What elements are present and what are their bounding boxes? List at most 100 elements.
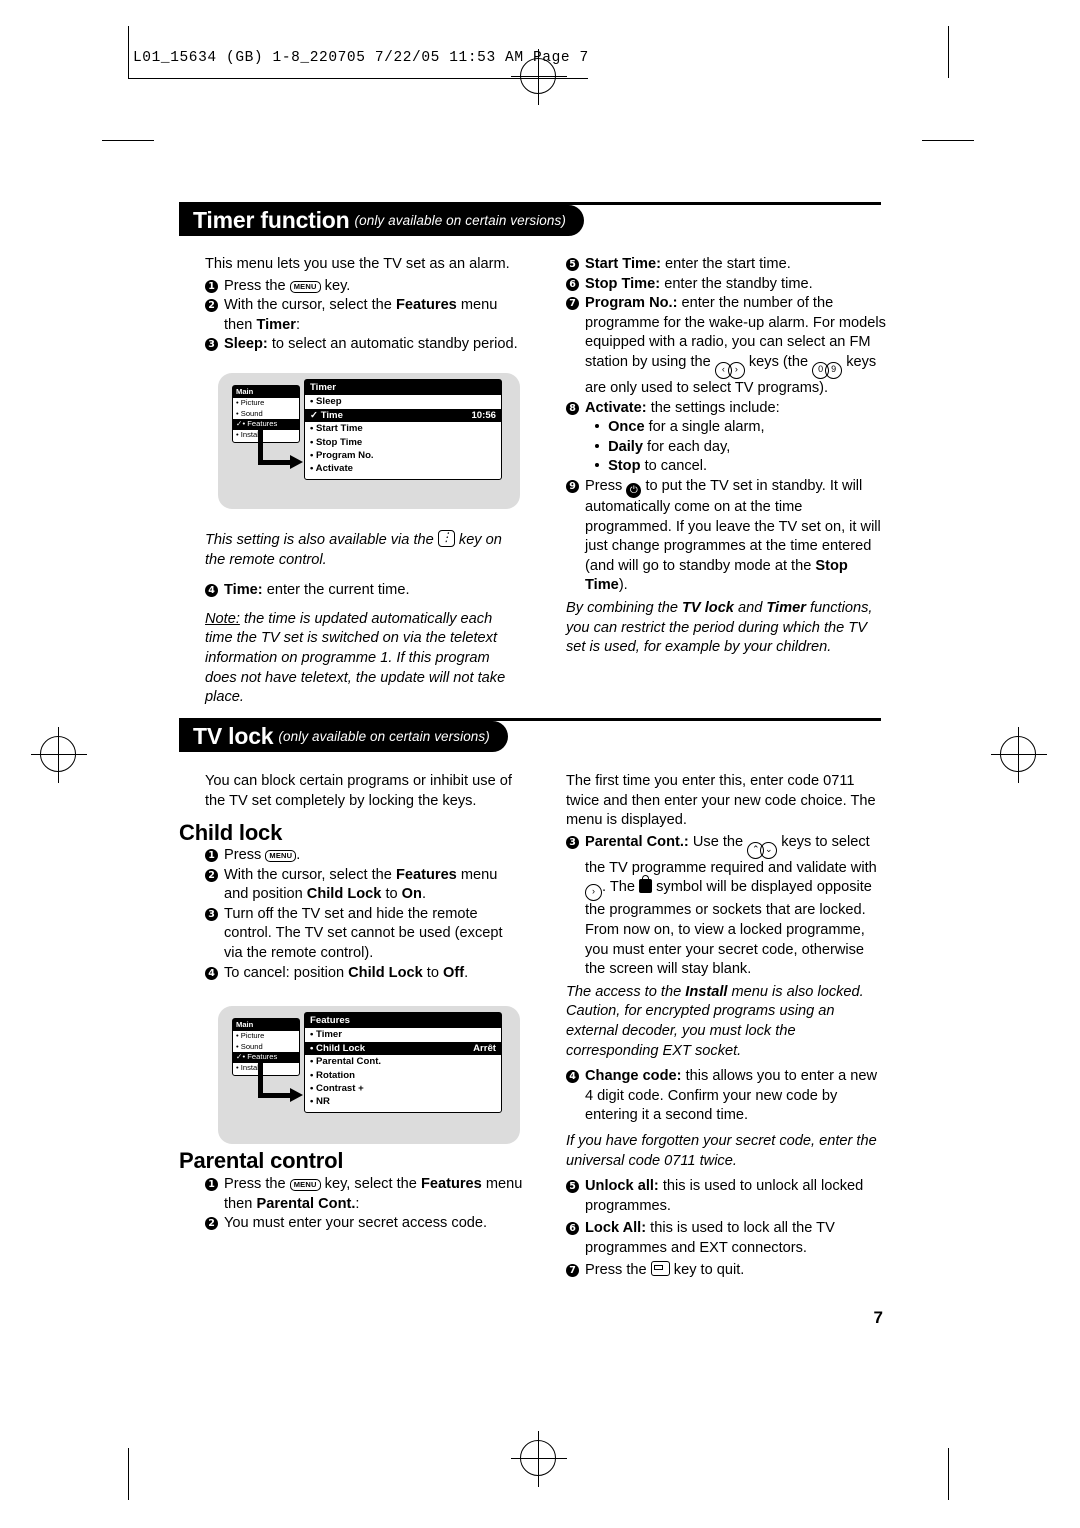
step-number: 1 xyxy=(205,1178,218,1191)
osd-row-label: • Start Time xyxy=(310,423,363,435)
osd-navigation-arrow-icon xyxy=(258,429,304,471)
timer-remote-note: This setting is also available via the k… xyxy=(205,528,523,570)
menu-key-icon: MENU xyxy=(265,850,297,862)
osd-row-label: • Stop Time xyxy=(310,436,363,448)
step-text: enter the start time. xyxy=(665,256,791,272)
parental-step-2: 2 You must enter your secret access code… xyxy=(205,1214,523,1234)
tvlock-step-6: 6 Lock All: this is used to lock all the… xyxy=(566,1219,888,1258)
step-text-e: . xyxy=(464,964,469,981)
section-subtitle: (only available on certain versions) xyxy=(354,213,566,228)
step-text-pre: Press xyxy=(224,847,262,863)
note-text-a: By combining the xyxy=(566,599,678,616)
step-number: 1 xyxy=(205,279,218,293)
smart-key-icon xyxy=(437,528,455,548)
step-text-c: to xyxy=(426,964,439,981)
step-text: enter the current time. xyxy=(266,582,410,599)
osd-features-row-parental-cont: • Parental Cont. xyxy=(305,1055,501,1068)
step-label: Lock All: xyxy=(585,1220,647,1237)
step-text: to select an automatic standby period. xyxy=(271,336,518,353)
parental-step-1: 1 Press the MENU key, select the Feature… xyxy=(205,1175,523,1214)
osd-features-header: Features xyxy=(305,1013,501,1029)
osd-main-row-picture: • Picture xyxy=(236,1031,265,1041)
step-text-2: keys (the xyxy=(748,353,809,370)
step-text: You must enter your secret access code. xyxy=(224,1215,488,1232)
step-text-a: With the cursor, select the xyxy=(224,866,392,883)
osd-main-header: Main xyxy=(233,1019,299,1032)
option-text: for a single alarm, xyxy=(648,419,765,436)
timer-step-2: 2 With the cursor, select the Features m… xyxy=(205,296,520,335)
parental-control-steps: 1 Press the MENU key, select the Feature… xyxy=(205,1175,523,1234)
note-text: the time is updated automatically each t… xyxy=(205,610,506,706)
child-lock-step-3: 3 Turn off the TV set and hide the remot… xyxy=(205,905,523,964)
osd-timer-row-stop-time: • Stop Time xyxy=(305,436,501,449)
step-number: 4 xyxy=(205,584,218,598)
step-number: 3 xyxy=(205,907,218,921)
timer-step-7: 7 Program No.: enter the number of the p… xyxy=(566,294,886,398)
osd-row-label: • Parental Cont. xyxy=(310,1056,382,1068)
osd-timer-header: Timer xyxy=(305,380,501,396)
step-text-b: Features xyxy=(395,297,457,314)
option-text: for each day, xyxy=(647,438,731,455)
step-number: 3 xyxy=(566,835,579,849)
step-text-e: Parental Cont. xyxy=(256,1195,356,1212)
tvlock-step-3: 3 Parental Cont.: Use the ⌃ ⌄ keys to sel… xyxy=(566,833,888,980)
crop-mark-top-right-h xyxy=(922,140,974,141)
step-text: the settings include: xyxy=(650,399,780,416)
tvlock-right-column: The first time you enter this, enter cod… xyxy=(566,772,888,1281)
step-number: 4 xyxy=(205,966,218,980)
step-label: Parental Cont.: xyxy=(585,833,689,850)
timer-activate-option-stop: Stop to cancel. xyxy=(585,457,886,477)
option-label: Stop xyxy=(608,458,641,475)
osd-check-mark: ✓ xyxy=(236,1052,243,1062)
step-text-b: Features xyxy=(395,866,457,883)
cursor-down-key-icon: ⌄ xyxy=(760,841,778,859)
osd-row-label: ✓ Time xyxy=(310,409,343,421)
registration-mark-right xyxy=(991,727,1047,783)
step-number: 6 xyxy=(566,277,579,291)
section-pill: TV lock (only available on certain versi… xyxy=(179,721,508,752)
timer-activate-option-once: Once for a single alarm, xyxy=(585,418,886,438)
subheading-parental-control: Parental control xyxy=(179,1148,344,1173)
osd-row-label: • Program No. xyxy=(310,450,374,462)
osd-timer-row-start-time: • Start Time xyxy=(305,422,501,435)
option-text: to cancel. xyxy=(644,458,708,475)
step-text-c: Features xyxy=(420,1176,482,1192)
step-text-g: . xyxy=(421,886,427,903)
crop-mark-bottom-right-v xyxy=(948,1448,949,1500)
timer-step-8: 8 Activate: the settings include: Once f… xyxy=(566,399,886,477)
option-label: Once xyxy=(608,419,645,436)
osd-main-row-sound: • Sound xyxy=(236,1041,263,1051)
osd-row-label: • Contrast + xyxy=(310,1083,364,1095)
timer-step-6: 6 Stop Time: enter the standby time. xyxy=(566,275,886,295)
step-label: Start Time: xyxy=(585,256,661,272)
step-text-b: key, select the xyxy=(324,1176,417,1192)
osd-features-row-nr: • NR xyxy=(305,1095,501,1108)
print-header-stamp: L01_15634 (GB) 1-8_220705 7/22/05 11:53 … xyxy=(133,50,589,66)
timer-teletext-note: Note: the time is updated automatically … xyxy=(205,610,523,708)
step-text-b: Child Lock xyxy=(348,964,423,981)
osd-row-label: • Features xyxy=(242,1052,278,1062)
osd-check-mark: ✓ xyxy=(236,419,243,429)
step-number: 7 xyxy=(566,1264,579,1278)
bullet-dot xyxy=(595,424,599,429)
note-label: Note: xyxy=(205,610,240,627)
step-text: enter the standby time. xyxy=(664,275,813,292)
osd-row-label: • Child Lock xyxy=(310,1042,366,1054)
osd-features-row-child-lock: • Child Lock Arrêt xyxy=(305,1041,501,1056)
timer-intro: This menu lets you use the TV set as an … xyxy=(205,256,510,272)
tvlock-step-5: 5 Unlock all: this is used to unlock all… xyxy=(566,1177,888,1216)
child-lock-step-4: 4 To cancel: position Child Lock to Off. xyxy=(205,964,523,984)
osd-timer-row-sleep: • Sleep xyxy=(305,395,501,408)
crop-mark-top-right-v xyxy=(948,26,949,78)
cursor-left-right-keys-icon: ‹ › xyxy=(714,356,745,379)
step-text-e: : xyxy=(295,316,301,333)
step-text-1: Use the xyxy=(692,833,744,850)
step-text-a: With the cursor, select the xyxy=(224,297,392,314)
step-text-3: . The xyxy=(602,879,635,896)
section-title: Timer function xyxy=(193,207,350,233)
osd-features-row-timer: • Timer xyxy=(305,1028,501,1041)
tvlock-step-4: 4 Change code: this allows you to enter … xyxy=(566,1067,888,1126)
crop-mark-top-left-h xyxy=(102,140,154,141)
section-header-timer-function: Timer function (only available on certai… xyxy=(179,202,881,236)
step-number: 4 xyxy=(566,1070,579,1084)
